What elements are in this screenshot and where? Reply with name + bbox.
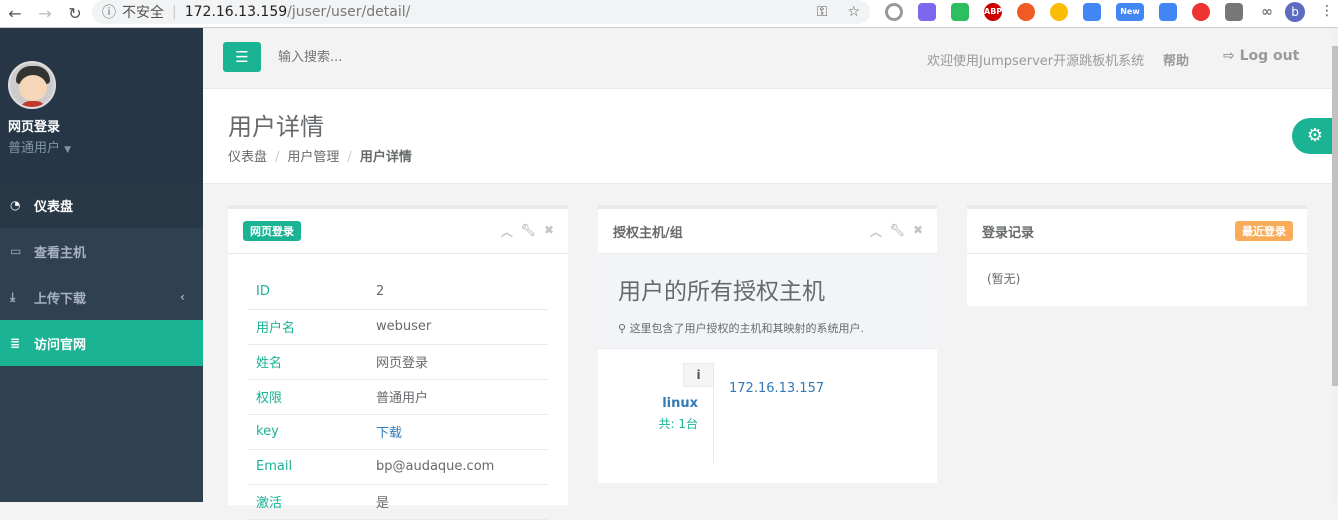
adblock-icon[interactable]: ABP [984, 3, 1002, 21]
page-scrollbar[interactable] [1332, 28, 1338, 502]
user-badge: 网页登录 [243, 221, 301, 241]
profile-name: 网页登录 [8, 120, 61, 135]
breadcrumb-dashboard[interactable]: 仪表盘 [228, 150, 267, 165]
host-count: 共: 1台 [658, 417, 699, 431]
panel-title: 授权主机/组 [613, 225, 683, 241]
forward-icon[interactable]: → [30, 4, 60, 23]
hosts-heading: 用户的所有授权主机 [618, 279, 825, 305]
sidebar-item-official-site[interactable]: ≣ 访问官网 [0, 320, 203, 366]
search-input[interactable] [278, 50, 578, 65]
collapse-icon[interactable]: ︿ [870, 223, 882, 240]
key-download-link[interactable]: 下载 [376, 426, 402, 441]
hosts-description: 这里包含了用户授权的主机和其映射的系统用户. [629, 322, 865, 335]
collapse-icon[interactable]: ︿ [501, 223, 513, 240]
extension-cap-icon[interactable] [1083, 3, 1101, 21]
sign-out-icon: ⇨ [1223, 48, 1235, 64]
inbox-icon: ▭ [10, 244, 22, 258]
extension-loop-icon[interactable]: ∞ [1258, 3, 1276, 21]
table-row: Email bp@audaque.com [248, 449, 548, 485]
recent-login-badge: 最近登录 [1235, 221, 1293, 241]
extensions: ABP New ∞ [885, 3, 1276, 21]
translate-icon[interactable] [1159, 3, 1177, 21]
wrench-icon[interactable]: 🔧︎ [890, 223, 905, 240]
back-icon[interactable]: ← [0, 4, 30, 23]
url-host: 172.16.13.159 [184, 4, 288, 20]
login-records-panel: 登录记录 最近登录 (暂无) [967, 205, 1307, 306]
hosts-jumbotron: 用户的所有授权主机 ⚲ 这里包含了用户授权的主机和其映射的系统用户. [598, 254, 937, 349]
welcome-text: 欢迎使用Jumpserver开源跳板机系统 [927, 54, 1145, 69]
table-row: 用户名 webuser [248, 309, 548, 345]
reload-icon[interactable]: ↻ [60, 4, 90, 23]
extension-compass-icon[interactable] [1050, 3, 1068, 21]
logout-link[interactable]: ⇨ Log out [1223, 48, 1299, 64]
profile: 网页登录 普通用户 ▼ [0, 28, 203, 182]
table-row: ID 2 [248, 274, 548, 310]
page-header: 用户详情 仪表盘 / 用户管理 / 用户详情 [203, 89, 1332, 184]
table-row: 姓名 网页登录 [248, 344, 548, 380]
breadcrumb: 仪表盘 / 用户管理 / 用户详情 [228, 150, 412, 165]
sidebar: 网页登录 普通用户 ▼ ◔ 仪表盘 ▭ 查看主机 ⤓ 上传下载 ‹ ≣ 访问官网 [0, 28, 203, 502]
browser-toolbar: ← → ↻ ⓘ 不安全 | 172.16.13.159/juser/user/d… [0, 0, 1338, 28]
extension-flash-icon[interactable] [1192, 3, 1210, 21]
chevron-left-icon: ‹ [180, 290, 185, 304]
menu-toggle-button[interactable]: ☰ [223, 42, 261, 72]
user-info-panel: 网页登录 ︿ 🔧︎ ✖ ID 2 用户名 webuser 姓名 网页登录 权限 普通用户 k… [228, 205, 568, 520]
extension-cloud-icon[interactable] [918, 3, 936, 21]
host-group-timeline: i linux 共: 1台 172.16.13.157 [598, 349, 937, 464]
wrench-icon[interactable]: 🔧︎ [521, 223, 536, 240]
key-icon[interactable]: ⚿ [817, 4, 828, 20]
info-icon[interactable]: ⓘ [102, 2, 116, 22]
top-navbar: ☰ 欢迎使用Jumpserver开源跳板机系统 帮助 ⇨ Log out [203, 28, 1332, 89]
authorized-hosts-panel: 授权主机/组 ︿ 🔧︎ ✖ 用户的所有授权主机 ⚲ 这里包含了用户授权的主机和其映射… [598, 205, 937, 483]
extension-new-icon[interactable]: New [1116, 3, 1144, 21]
evernote-icon[interactable] [951, 3, 969, 21]
security-label: 不安全 [122, 5, 164, 21]
avatar [8, 61, 56, 109]
profile-avatar[interactable]: b [1285, 2, 1305, 22]
profile-role-dropdown[interactable]: 普通用户 ▼ [8, 137, 203, 156]
host-ip-link[interactable]: 172.16.13.157 [729, 381, 824, 396]
map-marker-icon: ⚲ [618, 322, 627, 335]
sidebar-item-hosts[interactable]: ▭ 查看主机 [0, 228, 203, 274]
sidebar-item-upload-download[interactable]: ⤓ 上传下载 ‹ [0, 274, 203, 320]
empty-text: (暂无) [987, 272, 1021, 286]
database-icon: ≣ [10, 336, 21, 350]
table-row: key 下载 [248, 414, 548, 450]
host-group-link[interactable]: linux [643, 396, 698, 411]
close-icon[interactable]: ✖ [913, 223, 923, 240]
sidebar-item-dashboard[interactable]: ◔ 仪表盘 [0, 182, 203, 228]
user-detail-table: ID 2 用户名 webuser 姓名 网页登录 权限 普通用户 key 下载 Email… [248, 274, 548, 520]
breadcrumb-user-management[interactable]: 用户管理 [287, 150, 339, 165]
download-icon: ⤓ [10, 289, 16, 304]
info-icon: i [683, 363, 714, 387]
extension-circle-icon[interactable] [885, 3, 903, 21]
breadcrumb-current: 用户详情 [359, 150, 412, 165]
star-icon[interactable]: ☆ [847, 4, 860, 20]
extension-film-icon[interactable] [1225, 3, 1243, 21]
url-path: /juser/user/detail/ [287, 4, 411, 20]
address-bar[interactable]: ⓘ 不安全 | 172.16.13.159/juser/user/detail/… [92, 0, 870, 24]
table-row: 权限 普通用户 [248, 379, 548, 415]
extension-infinity-icon[interactable] [1017, 3, 1035, 21]
close-icon[interactable]: ✖ [544, 223, 554, 240]
dashboard-icon: ◔ [10, 198, 21, 212]
page-title: 用户详情 [228, 113, 324, 141]
caret-down-icon: ▼ [64, 145, 72, 155]
browser-menu-icon[interactable]: ⋮ [1320, 3, 1334, 19]
help-link[interactable]: 帮助 [1163, 50, 1189, 69]
panel-title: 登录记录 [982, 225, 1035, 241]
